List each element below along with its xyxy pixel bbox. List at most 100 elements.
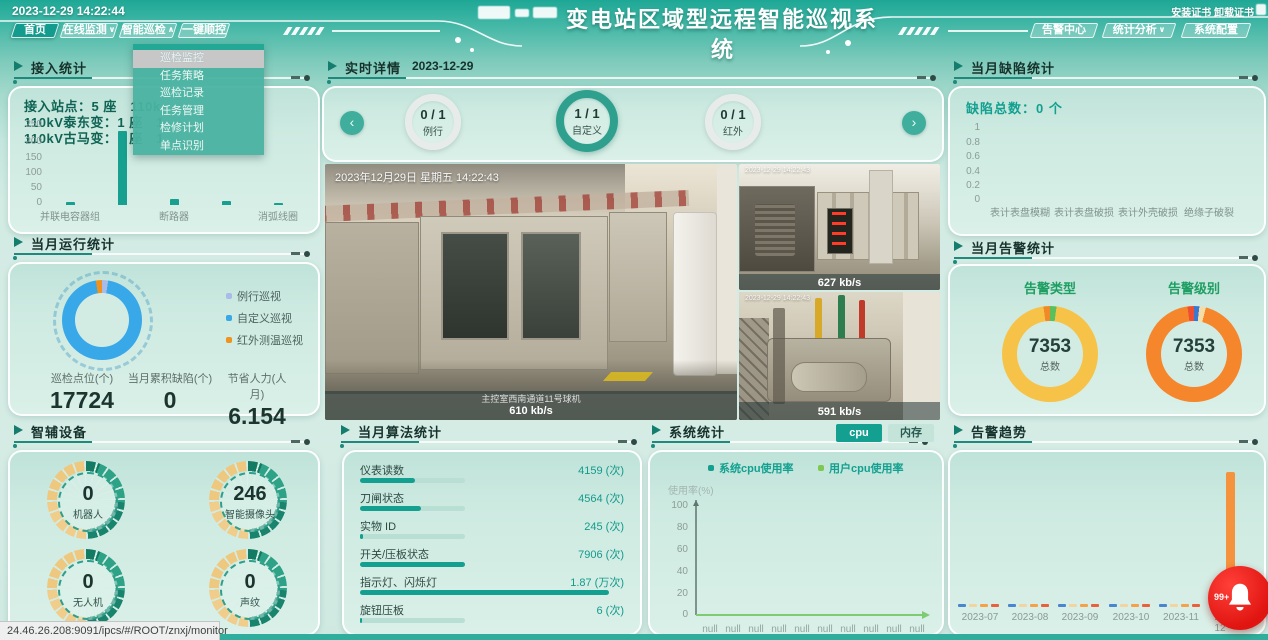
gauge-drone: 0无人机 [47,549,125,627]
video-timestamp: 2023-12-29 14:22:43 [745,167,810,174]
legend-item: 用户cpu使用率 [818,460,904,476]
bitrate: 627 kb/s [818,277,861,289]
task-ring-infrared[interactable]: 0 / 1红外 [705,94,761,150]
monthly-run-header: 当月运行统计 [14,234,310,260]
alarm-stats-header: 当月告警统计 [954,238,1258,264]
section-underline [341,441,637,443]
section-underline [14,253,310,255]
notification-bell-button[interactable]: 99+ [1208,566,1268,630]
gauge-smart-camera: 246智能摄像头 [209,461,287,539]
menu-item-task-strategy[interactable]: 任务策略 [133,68,264,86]
menu-item-patrol-records[interactable]: 巡检记录 [133,85,264,103]
legend-item: 自定义巡视 [226,310,292,326]
section-marker-icon [14,61,23,71]
tab-cpu[interactable]: cpu [836,424,882,442]
section-title: 智辅设备 [31,422,87,441]
chevron-down-icon: ∨ [1159,25,1166,34]
video-timestamp: 2023-12-29 14:22:43 [745,295,810,302]
chevron-down-icon: ∨ [109,25,116,34]
redacted-logo [478,6,510,19]
app-title: 变电站区域型远程智能巡视系 统 [566,2,878,64]
algo-stats-header: 当月算法统计 [341,422,637,448]
arrow-left-icon: ‹ [350,114,355,130]
algo-bar [360,478,415,483]
redacted-logo [533,7,557,18]
menu-item-patrol-monitor[interactable]: 巡检监控 [133,50,264,68]
devices-header: 智辅设备 [14,422,310,448]
section-underline [954,257,1258,259]
section-title: 当月运行统计 [31,234,115,253]
video-info-bar: 591 kb/s [739,402,940,420]
monthly-run-panel: 例行巡视 自定义巡视 红外测温巡视 巡检点位(个)17724 当月累积缺陷(个)… [8,262,320,416]
certificate-links[interactable]: 安装证书 卸载证书 [1171,4,1254,19]
section-underline [652,441,928,443]
algo-bar [360,590,609,595]
section-marker-icon [954,425,963,435]
section-title: 实时详情 [345,58,401,77]
bitrate: 591 kb/s [818,406,861,418]
legend-dot-icon [818,465,824,471]
algo-bar [360,506,421,511]
bar [170,199,179,205]
alarm-trend-header: 告警趋势 [954,422,1258,448]
video-secondary-top[interactable]: 2023-12-29 14:22:43 627 kb/s [739,164,940,290]
section-title: 当月缺陷统计 [971,58,1055,77]
menu-item-task-manage[interactable]: 任务管理 [133,103,264,121]
carousel-prev-button[interactable]: ‹ [340,111,364,135]
algo-bar [360,618,362,623]
legend-dot-icon [708,465,714,471]
alarm-level-label: 告警级别 [1168,278,1220,297]
nav-smart-patrol[interactable]: 智能巡检∧ [121,23,175,38]
alarm-type-donut: 7353 总数 [1002,306,1098,402]
patrol-dropdown-menu: 巡检监控 任务策略 巡检记录 任务管理 检修计划 单点识别 [133,44,264,155]
redacted-logo [1256,4,1266,15]
legend-dot-icon [226,337,232,343]
nav-sys-config[interactable]: 系统配置 [1183,23,1249,38]
nav-home[interactable]: 首页 [13,23,57,38]
video-secondary-bottom[interactable]: 2023-12-29 14:22:43 591 kb/s [739,292,940,420]
menu-item-single-point[interactable]: 单点识别 [133,138,264,156]
section-marker-icon [341,425,350,435]
alarm-stats-panel: 告警类型 告警级别 7353 总数 7353 总数 [948,264,1266,416]
nav-online-monitor[interactable]: 在线监测∨ [62,23,116,38]
menu-item-maintenance-plan[interactable]: 检修计划 [133,120,264,138]
cpu-usage-chart [692,492,932,622]
run-type-donut [62,280,142,360]
section-underline [954,77,1258,79]
section-marker-icon [328,61,337,71]
algo-stats-panel: 仪表读数 4159 (次) 刀闸状态 4564 (次) 实物 ID 245 (次… [342,450,642,636]
section-marker-icon [652,425,661,435]
stat-month-defects: 当月累积缺陷(个)0 [128,370,212,414]
video-main[interactable]: 2023年12月29日 星期五 14:22:43 主控室西南通道11号球机 61… [325,164,737,420]
carousel-next-button[interactable]: › [902,111,926,135]
section-title: 当月算法统计 [358,422,442,441]
section-title: 告警趋势 [971,422,1027,441]
section-underline [14,441,310,443]
nav-alarm-center[interactable]: 告警中心 [1032,23,1096,38]
stat-patrol-points: 巡检点位(个)17724 [50,370,114,414]
devices-panel: 0机器人 246智能摄像头 0无人机 0声纹 [8,450,320,636]
task-carousel-panel: ‹ › 0 / 1例行 1 / 1自定义 0 / 1红外 [322,86,944,162]
video-info-bar: 627 kb/s [739,274,940,290]
stat-saved-manpower: 节省人力(人月)6.154 [227,370,288,430]
task-ring-custom[interactable]: 1 / 1自定义 [556,90,618,152]
chevron-up-icon: ∧ [168,25,175,34]
algo-bar [360,534,363,539]
gauge-voiceprint: 0声纹 [209,549,287,627]
section-marker-icon [954,241,963,251]
nav-stat-analysis[interactable]: 统计分析∨ [1104,23,1174,38]
alarm-level-donut: 7353 总数 [1146,306,1242,402]
video-timestamp: 2023年12月29日 星期五 14:22:43 [335,169,499,185]
task-ring-routine[interactable]: 0 / 1例行 [405,94,461,150]
browser-status-url: 24.46.26.208:9091/ipcs/#/ROOT/znxj/monit… [0,621,220,640]
camera-name: 主控室西南通道11号球机 [325,392,737,405]
gauge-robot: 0机器人 [47,461,125,539]
section-title: 接入统计 [31,58,87,77]
section-marker-icon [954,61,963,71]
section-marker-icon [14,425,23,435]
legend-dot-icon [226,293,232,299]
defects-panel: 缺陷总数：0 个 1 0.8 0.6 0.4 0.2 0 表计表盘模糊 表计表盘… [948,86,1266,236]
nav-one-key[interactable]: 一键顺控 [180,23,228,38]
dashboard-root: 2023-12-29 14:22:44 变电站区域型远程智能巡视系 统 安装证书… [0,0,1268,640]
tab-memory[interactable]: 内存 [888,424,934,442]
